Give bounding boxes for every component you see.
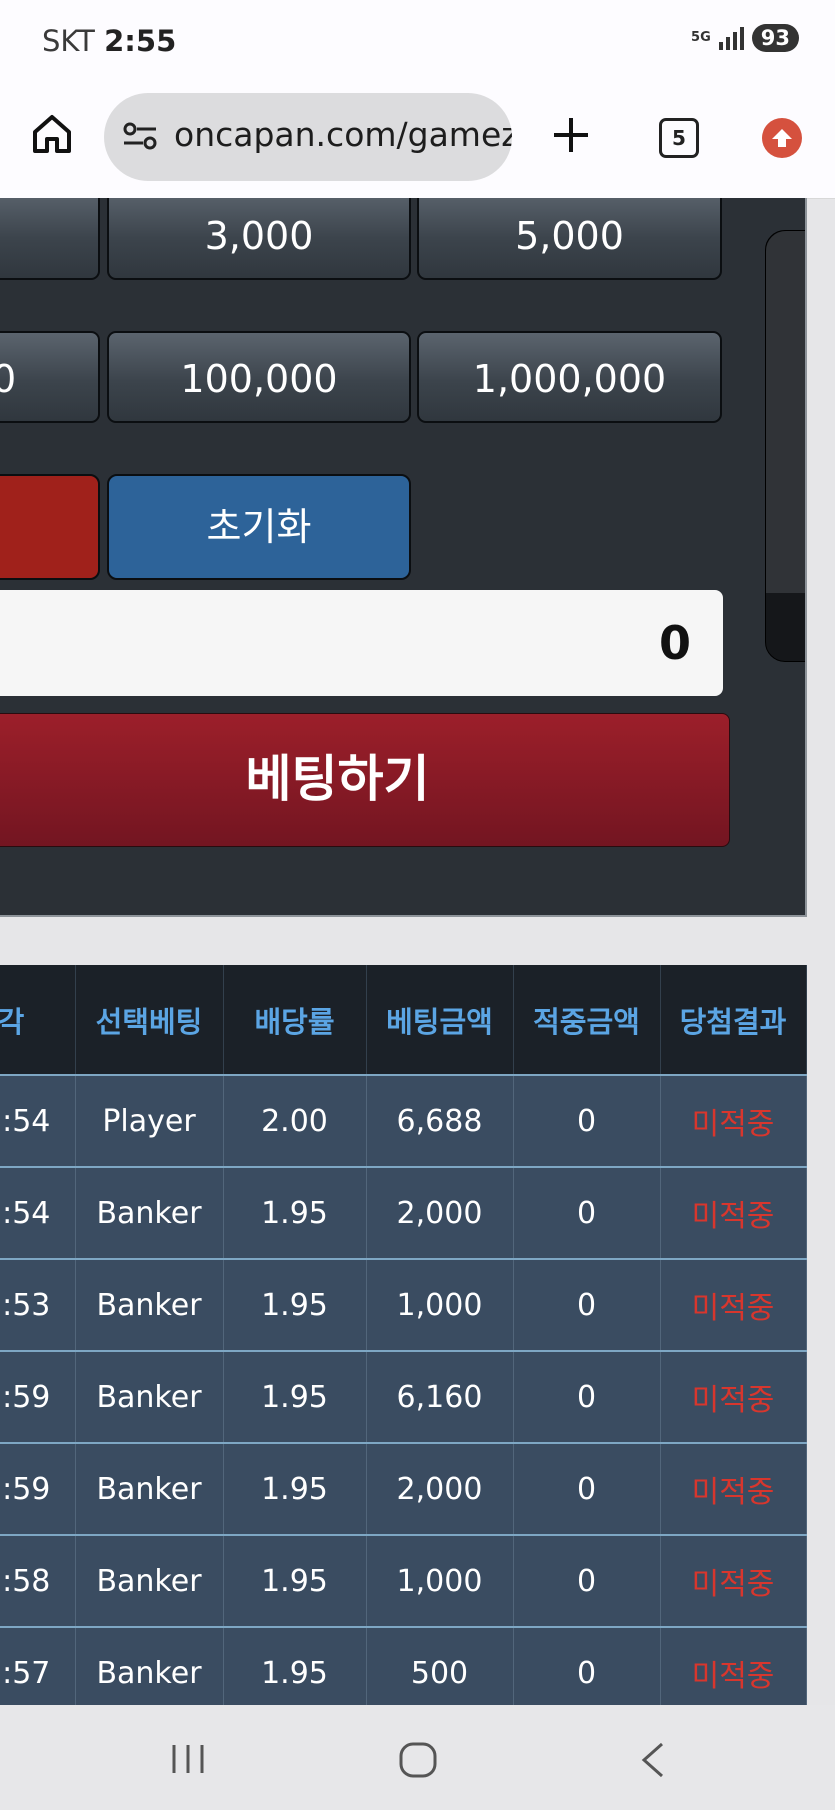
cell-result: 미적중 <box>660 1166 807 1259</box>
cell-bet-amount: 6,160 <box>366 1350 514 1443</box>
place-bet-button[interactable]: 베팅하기 <box>0 713 730 847</box>
cell-result: 미적중 <box>660 1350 807 1443</box>
cell-result: 미적중 <box>660 1074 807 1167</box>
header-selection: 선택베팅 <box>75 965 224 1075</box>
cell-win-amount: 0 <box>513 1166 661 1259</box>
home-icon[interactable] <box>30 112 74 160</box>
cell-selection: Player <box>75 1074 224 1167</box>
cell-bet-amount: 2,000 <box>366 1166 514 1259</box>
chip-button-partial[interactable] <box>0 198 100 280</box>
recent-apps-icon[interactable] <box>168 1741 208 1781</box>
cell-selection: Banker <box>75 1442 224 1535</box>
cell-selection: Banker <box>75 1534 224 1627</box>
table-row: 2:53 Banker 1.95 1,000 0 미적중 <box>0 1258 807 1351</box>
cell-result: 미적중 <box>660 1258 807 1351</box>
cell-result: 미적중 <box>660 1534 807 1627</box>
cell-odds: 1.95 <box>223 1534 367 1627</box>
back-icon[interactable] <box>638 1741 668 1783</box>
cell-time: 2:54 <box>0 1166 76 1259</box>
cell-bet-amount: 1,000 <box>366 1258 514 1351</box>
table-row: 1:59 Banker 1.95 2,000 0 미적중 <box>0 1442 807 1535</box>
cell-selection: Banker <box>75 1258 224 1351</box>
site-settings-icon[interactable] <box>122 121 158 155</box>
header-bet-amount: 베팅금액 <box>366 965 514 1075</box>
status-bar: SKT 2:55 5G 93 <box>0 0 835 80</box>
url-text: oncapan.com/gamez <box>174 115 512 154</box>
cell-result: 미적중 <box>660 1442 807 1535</box>
system-icons: 5G 93 <box>691 24 799 52</box>
table-row: 2:54 Banker 1.95 2,000 0 미적중 <box>0 1166 807 1259</box>
cell-win-amount: 0 <box>513 1258 661 1351</box>
cell-odds: 1.95 <box>223 1350 367 1443</box>
chip-button-1000000[interactable]: 1,000,000 <box>417 331 722 423</box>
clock: 2:55 <box>104 24 177 58</box>
cell-odds: 1.95 <box>223 1166 367 1259</box>
header-time: 시각 <box>0 965 76 1075</box>
cell-selection: Banker <box>75 1350 224 1443</box>
browser-toolbar: oncapan.com/gamez 5 <box>0 80 835 199</box>
cell-time: 1:58 <box>0 1534 76 1627</box>
chip-button-5000[interactable]: 5,000 <box>417 198 722 280</box>
game-video-preview[interactable] <box>765 230 805 662</box>
cell-odds: 1.95 <box>223 1442 367 1535</box>
address-bar[interactable]: oncapan.com/gamez <box>104 93 512 181</box>
cell-time: 1:59 <box>0 1350 76 1443</box>
chip-button-100000[interactable]: 100,000 <box>107 331 411 423</box>
chip-button-partial-2[interactable]: 0 <box>0 331 100 423</box>
reset-button[interactable]: 초기화 <box>107 474 411 580</box>
cell-win-amount: 0 <box>513 1074 661 1167</box>
carrier-name: SKT <box>42 24 95 58</box>
header-odds: 배당률 <box>223 965 367 1075</box>
cell-win-amount: 0 <box>513 1350 661 1443</box>
table-header-row: 시각 선택베팅 배당률 베팅금액 적중금액 당첨결과 <box>0 965 807 1075</box>
network-type-icon: 5G <box>691 30 711 45</box>
update-icon[interactable] <box>762 118 802 158</box>
cell-selection: Banker <box>75 1166 224 1259</box>
cell-time: 1:59 <box>0 1442 76 1535</box>
cell-bet-amount: 2,000 <box>366 1442 514 1535</box>
bet-amount-field[interactable]: 0 <box>0 590 723 696</box>
bet-history-table: 시각 선택베팅 배당률 베팅금액 적중금액 당첨결과 2:54 Player 2… <box>0 965 807 1720</box>
signal-icon <box>718 26 744 50</box>
cell-win-amount: 0 <box>513 1534 661 1627</box>
table-row: 1:58 Banker 1.95 1,000 0 미적중 <box>0 1534 807 1627</box>
cell-win-amount: 0 <box>513 1442 661 1535</box>
cell-odds: 1.95 <box>223 1258 367 1351</box>
cell-bet-amount: 1,000 <box>366 1534 514 1627</box>
carrier-time: SKT 2:55 <box>42 24 176 58</box>
system-navigation-bar <box>0 1705 835 1810</box>
cell-bet-amount: 6,688 <box>366 1074 514 1167</box>
tab-count-button[interactable]: 5 <box>659 118 699 158</box>
home-nav-icon[interactable] <box>398 1741 438 1783</box>
header-result: 당첨결과 <box>660 965 807 1075</box>
cell-time: 2:53 <box>0 1258 76 1351</box>
battery-level: 93 <box>751 24 799 52</box>
new-tab-icon[interactable] <box>552 116 590 158</box>
betting-panel: 3,000 5,000 0 100,000 1,000,000 초기화 0 베팅… <box>0 198 807 917</box>
table-row: 1:59 Banker 1.95 6,160 0 미적중 <box>0 1350 807 1443</box>
cell-time: 2:54 <box>0 1074 76 1167</box>
header-win-amount: 적중금액 <box>513 965 661 1075</box>
cell-odds: 2.00 <box>223 1074 367 1167</box>
chip-button-3000[interactable]: 3,000 <box>107 198 411 280</box>
table-row: 2:54 Player 2.00 6,688 0 미적중 <box>0 1074 807 1167</box>
red-action-button[interactable] <box>0 474 100 580</box>
